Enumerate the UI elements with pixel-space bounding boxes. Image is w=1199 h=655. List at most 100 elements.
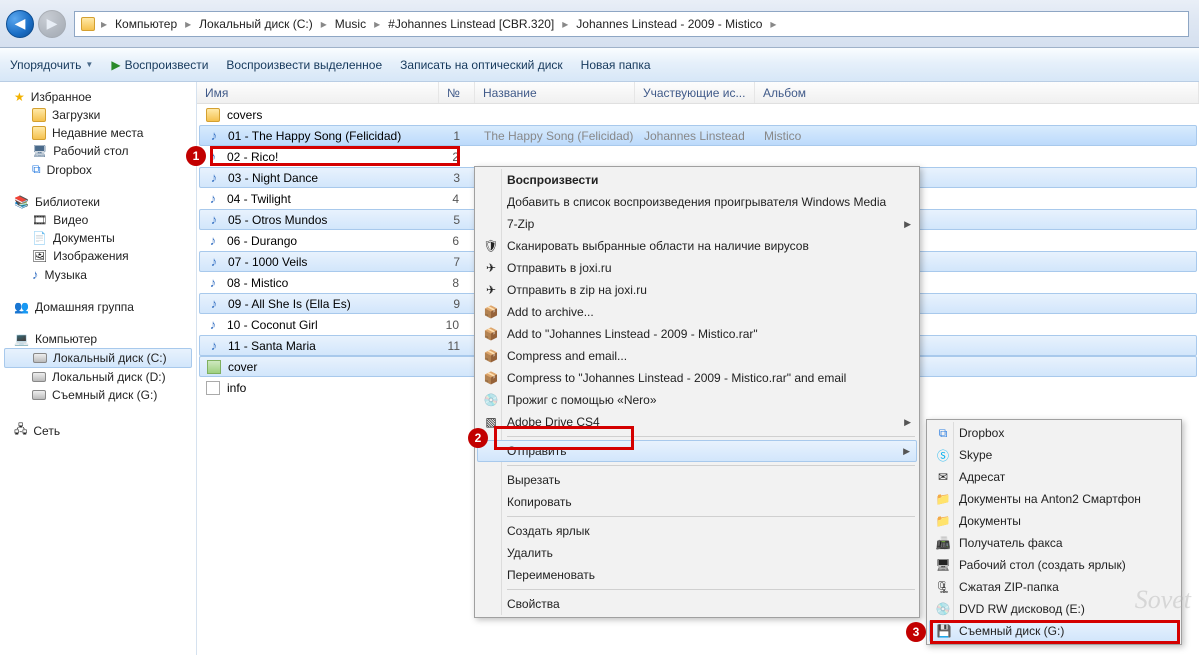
zip-icon: 🗜 [935,580,951,594]
desktop-icon: 🖥 [32,144,47,158]
sendto-recipient[interactable]: ✉Адресат [929,466,1179,488]
file-row[interactable]: ♪02 - Rico!2 [197,146,1199,167]
sendto-docs[interactable]: 📁Документы [929,510,1179,532]
ctx-copy[interactable]: Копировать [477,491,917,513]
file-name: 07 - 1000 Veils [228,255,440,269]
sidebar-item-video[interactable]: 🎞Видео [0,211,196,229]
music-icon: ♪ [210,233,217,248]
nav-back-button[interactable]: ◀ [6,10,34,38]
sendto-docs-phone[interactable]: 📁Документы на Anton2 Смартфон [929,488,1179,510]
music-icon: ♪ [211,170,218,185]
toolbar-burn[interactable]: Записать на оптический диск [400,58,563,72]
callout-badge-1: 1 [186,146,206,166]
file-num: 1 [440,129,476,143]
sidebar-favorites[interactable]: ★Избранное [0,88,196,106]
column-headers[interactable]: Имя № Название Участвующие ис... Альбом [197,82,1199,104]
ctx-properties[interactable]: Свойства [477,593,917,615]
crumb-computer[interactable]: Компьютер [109,17,183,31]
folder-icon: 📁 [935,492,951,506]
file-album: Mistico [756,129,1196,143]
music-icon: ♪ [211,296,218,311]
drive-icon [32,390,46,400]
drive-icon [33,353,47,363]
nav-forward-button[interactable]: ▶ [38,10,66,38]
toolbar-play-selected[interactable]: Воспроизвести выделенное [226,58,382,72]
crumb-artist[interactable]: #Johannes Linstead [CBR.320] [382,17,560,31]
music-icon: ♪ [211,128,218,143]
toolbar-play[interactable]: ▶ Воспроизвести [111,58,208,72]
sendto-skype[interactable]: ⓈSkype [929,444,1179,466]
toolbar: Упорядочить ▼ ▶ Воспроизвести Воспроизве… [0,48,1199,82]
ctx-joxi[interactable]: ✈Отправить в joxi.ru [477,257,917,279]
ctx-7zip[interactable]: 7-Zip▶ [477,213,917,235]
sidebar-item-pictures[interactable]: 🖼Изображения [0,247,196,265]
ctx-compress-email[interactable]: 📦Compress and email... [477,345,917,367]
ctx-compress-rar-email[interactable]: 📦Compress to "Johannes Linstead - 2009 -… [477,367,917,389]
sidebar-item-drive-d[interactable]: Локальный диск (D:) [0,368,196,386]
ctx-add-wmp[interactable]: Добавить в список воспроизведения проигр… [477,191,917,213]
crumb-drive-c[interactable]: Локальный диск (C:) [193,17,319,31]
sidebar-computer[interactable]: 💻Компьютер [0,330,196,348]
breadcrumb[interactable]: ▸ Компьютер▸ Локальный диск (C:)▸ Music▸… [74,11,1189,37]
sendto-desktop-link[interactable]: 🖥Рабочий стол (создать ярлык) [929,554,1179,576]
file-name: 03 - Night Dance [228,171,440,185]
file-name: 05 - Otros Mundos [228,213,440,227]
file-row[interactable]: ♪01 - The Happy Song (Felicidad)1The Hap… [199,125,1197,146]
ctx-send-to[interactable]: Отправить▶ [477,440,917,462]
text-icon [206,381,220,395]
crumb-music[interactable]: Music [329,17,372,31]
dvd-icon: 💿 [935,602,951,616]
skype-icon: Ⓢ [935,447,951,464]
sidebar-network[interactable]: 🖧Сеть [0,418,196,443]
folder-icon [206,108,220,122]
ctx-nero[interactable]: 💿Прожиг с помощью «Nero» [477,389,917,411]
file-title: The Happy Song (Felicidad) [476,129,636,143]
ctx-add-rar[interactable]: 📦Add to "Johannes Linstead - 2009 - Mist… [477,323,917,345]
sidebar-item-desktop[interactable]: 🖥Рабочий стол [0,142,196,160]
sidebar-item-music[interactable]: ♪Музыка [0,265,196,284]
ctx-rename[interactable]: Переименовать [477,564,917,586]
ctx-add-archive[interactable]: 📦Add to archive... [477,301,917,323]
rar-icon: 📦 [483,327,499,341]
ctx-play[interactable]: Воспроизвести [477,169,917,191]
sidebar-item-drive-c[interactable]: Локальный диск (C:) [4,348,192,368]
mail-icon: ✉ [935,470,951,484]
sendto-fax[interactable]: 📠Получатель факса [929,532,1179,554]
sendto-removable[interactable]: 💾Съемный диск (G:) [929,620,1179,642]
col-name[interactable]: Имя [197,82,439,103]
file-row[interactable]: covers [197,104,1199,125]
fax-icon: 📠 [935,536,951,550]
folder-icon [81,17,95,31]
sendto-dvd[interactable]: 💿DVD RW дисковод (E:) [929,598,1179,620]
send-to-submenu: ⧉Dropbox ⓈSkype ✉Адресат 📁Документы на A… [926,419,1182,645]
ctx-shortcut[interactable]: Создать ярлык [477,520,917,542]
file-num: 4 [439,192,475,206]
col-artist[interactable]: Участвующие ис... [635,82,755,103]
file-artist: Johannes Linstead [636,129,756,143]
sidebar-homegroup[interactable]: 👥Домашняя группа [0,298,196,316]
ctx-cut[interactable]: Вырезать [477,469,917,491]
sidebar-libraries[interactable]: 📚Библиотеки [0,193,196,211]
sendto-dropbox[interactable]: ⧉Dropbox [929,422,1179,444]
ctx-delete[interactable]: Удалить [477,542,917,564]
sendto-zip[interactable]: 🗜Сжатая ZIP-папка [929,576,1179,598]
col-num[interactable]: № [439,82,475,103]
col-album[interactable]: Альбом [755,82,1199,103]
ctx-scan[interactable]: 🛡Сканировать выбранные области на наличи… [477,235,917,257]
col-title[interactable]: Название [475,82,635,103]
crumb-album[interactable]: Johannes Linstead - 2009 - Mistico [570,17,768,31]
sidebar-item-dropbox[interactable]: ⧉Dropbox [0,160,196,179]
sidebar-item-drive-g[interactable]: Съемный диск (G:) [0,386,196,404]
ctx-adobe[interactable]: ▧Adobe Drive CS4▶ [477,411,917,433]
sidebar-item-recent[interactable]: Недавние места [0,124,196,142]
sidebar-item-documents[interactable]: 📄Документы [0,229,196,247]
music-icon: ♪ [211,254,218,269]
toolbar-organize[interactable]: Упорядочить ▼ [10,58,93,72]
file-num: 2 [439,150,475,164]
music-icon: ♪ [32,267,39,282]
sidebar-item-downloads[interactable]: Загрузки [0,106,196,124]
toolbar-new-folder[interactable]: Новая папка [581,58,651,72]
file-name: info [227,381,439,395]
ctx-joxi-zip[interactable]: ✈Отправить в zip на joxi.ru [477,279,917,301]
video-icon: 🎞 [32,213,47,227]
